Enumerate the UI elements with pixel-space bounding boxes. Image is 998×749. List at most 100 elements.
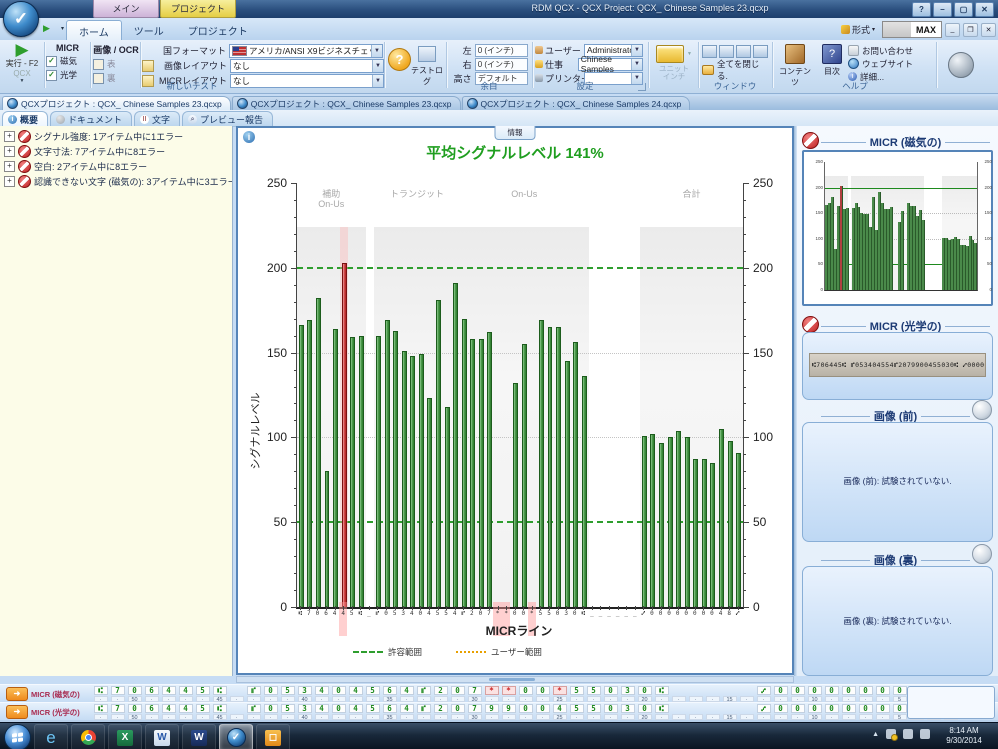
micr-cell[interactable]: 5· xyxy=(279,703,296,720)
micr-cell[interactable]: 9· xyxy=(500,703,517,720)
taskbar-clock[interactable]: 8:14 AM 9/30/2014 xyxy=(935,726,993,746)
contact-link[interactable]: お問い合わせ xyxy=(848,44,934,57)
micr-cell[interactable]: 05 xyxy=(891,685,908,702)
close-all-button[interactable]: 全てを閉じる. xyxy=(702,63,768,76)
micr-cell[interactable]: ⑆· xyxy=(92,703,109,720)
image-layout-combo[interactable]: なし ▼ xyxy=(230,59,384,73)
magnifier-icon[interactable] xyxy=(972,400,992,420)
bar[interactable] xyxy=(582,376,587,607)
micr-cell[interactable]: 5· xyxy=(194,685,211,702)
bar[interactable] xyxy=(693,459,698,607)
bar[interactable] xyxy=(685,437,690,607)
micr-cell[interactable]: 5· xyxy=(585,703,602,720)
micr-cell[interactable]: 7· xyxy=(109,703,126,720)
bar[interactable] xyxy=(702,459,707,607)
micr-cell[interactable]: 4· xyxy=(313,703,330,720)
margin-right-input[interactable]: 0 (インチ) xyxy=(475,58,528,71)
tab-preview-report[interactable]: ⌕プレビュー報告 xyxy=(182,111,273,126)
taskbar-accounting-app-icon[interactable]: ◻ xyxy=(256,724,290,749)
micr-cell[interactable]: 7· xyxy=(109,685,126,702)
micr-cell[interactable]: 0· xyxy=(602,685,619,702)
chevron-down-icon[interactable]: ▼ xyxy=(371,45,382,57)
micr-cell[interactable]: 4· xyxy=(313,685,330,702)
bar[interactable] xyxy=(393,331,398,607)
micr-cell[interactable]: 050 xyxy=(126,685,143,702)
micr-cell[interactable]: 0· xyxy=(840,703,857,720)
micr-cell[interactable]: *· xyxy=(483,685,500,702)
maximize-button[interactable]: ▢ xyxy=(954,2,973,17)
bar[interactable] xyxy=(462,319,467,607)
info-tab[interactable]: 情報 xyxy=(495,126,536,140)
micr-cell[interactable]: 9· xyxy=(483,703,500,720)
bar[interactable] xyxy=(376,336,381,607)
micr-cell[interactable]: 0· xyxy=(857,703,874,720)
bar[interactable] xyxy=(573,342,578,607)
micr-optical-box[interactable]: ⑆706445⑆ ⑈053404554⑈2079900455030⑆ ⑇0000… xyxy=(802,332,993,400)
micr-cell[interactable]: 0· xyxy=(534,703,551,720)
micr-cell[interactable]: 4· xyxy=(177,703,194,720)
micr-cell[interactable]: 0· xyxy=(857,685,874,702)
micr-cell[interactable]: ⑈· xyxy=(415,685,432,702)
run-test-button[interactable]: ▶ xyxy=(0,42,44,58)
micr-cell[interactable]: 635 xyxy=(381,685,398,702)
micr-cell[interactable]: 635 xyxy=(381,703,398,720)
bar[interactable] xyxy=(359,336,364,607)
micr-magnetic-thumbnail[interactable]: 005050100100150150200200250250 xyxy=(802,150,993,306)
micr-cell[interactable]: · xyxy=(687,685,704,702)
micr-cell[interactable]: 0· xyxy=(517,685,534,702)
bar[interactable] xyxy=(710,463,715,607)
bar[interactable] xyxy=(333,329,338,607)
micr-cell[interactable]: 425 xyxy=(551,703,568,720)
micr-cell[interactable]: 5· xyxy=(585,685,602,702)
bar[interactable] xyxy=(419,354,424,607)
micr-cell[interactable]: 0· xyxy=(449,703,466,720)
format-button[interactable]: 形式 ▾ xyxy=(837,22,879,37)
bar[interactable] xyxy=(316,298,321,607)
bar[interactable] xyxy=(410,356,415,607)
micr-cell[interactable]: 6· xyxy=(143,703,160,720)
micr-cell[interactable]: 010 xyxy=(806,685,823,702)
micr-cell[interactable]: 5· xyxy=(279,685,296,702)
minimize-button[interactable]: – xyxy=(933,2,952,17)
bar[interactable] xyxy=(470,339,475,607)
chevron-down-icon[interactable]: ▼ xyxy=(687,51,692,57)
micr-cell[interactable]: 4· xyxy=(398,703,415,720)
bar[interactable] xyxy=(342,263,347,607)
micr-cell[interactable]: · xyxy=(687,703,704,720)
bar[interactable] xyxy=(402,351,407,607)
tile-horizontal-icon[interactable] xyxy=(719,45,734,58)
expand-icon[interactable]: + xyxy=(4,161,15,172)
micr-cell[interactable]: *· xyxy=(500,685,517,702)
checkbox-front[interactable]: ✓ 表 xyxy=(93,58,139,70)
tree-item[interactable]: +シグナル強度: 1アイテム中に1エラー xyxy=(0,129,232,144)
horizontal-scrollbar[interactable] xyxy=(236,676,794,683)
mdi-minimize-button[interactable]: _ xyxy=(945,23,960,37)
tab-overview[interactable]: i概要 xyxy=(2,111,48,126)
micr-cell[interactable]: 010 xyxy=(806,703,823,720)
taskbar-qcx-icon[interactable]: ✓ xyxy=(219,724,253,749)
micr-cell[interactable]: 730 xyxy=(466,685,483,702)
bar[interactable] xyxy=(453,283,458,607)
bar[interactable] xyxy=(325,471,330,607)
micr-cell[interactable]: 0· xyxy=(449,685,466,702)
volume-icon[interactable] xyxy=(920,729,930,739)
document-tab[interactable]: QCXプロジェクト : QCX_ Chinese Samples 24.qcxp xyxy=(462,96,691,110)
micr-cell[interactable]: 0· xyxy=(517,703,534,720)
tree-item[interactable]: +空白: 2アイテム中に8エラー xyxy=(0,159,232,174)
bar[interactable] xyxy=(556,327,561,607)
micr-cell[interactable]: 0· xyxy=(840,685,857,702)
micr-cell[interactable]: 5· xyxy=(364,685,381,702)
micr-cell[interactable]: 2· xyxy=(432,703,449,720)
magnifier-icon[interactable] xyxy=(972,544,992,564)
bar[interactable] xyxy=(436,300,441,607)
micr-cell[interactable]: 0· xyxy=(330,685,347,702)
help-circle-button[interactable]: ? xyxy=(388,48,411,71)
micr-cell[interactable]: 0· xyxy=(789,703,806,720)
micr-cell[interactable]: 3· xyxy=(619,703,636,720)
taskbar-internet-explorer-icon[interactable]: e xyxy=(34,724,68,749)
micr-cell[interactable]: ⑈· xyxy=(245,685,262,702)
tab-characters[interactable]: II文字 xyxy=(134,111,180,126)
test-log-icon[interactable] xyxy=(418,46,436,62)
micr-cell[interactable]: 15 xyxy=(721,685,738,702)
micr-cell[interactable]: 5· xyxy=(364,703,381,720)
